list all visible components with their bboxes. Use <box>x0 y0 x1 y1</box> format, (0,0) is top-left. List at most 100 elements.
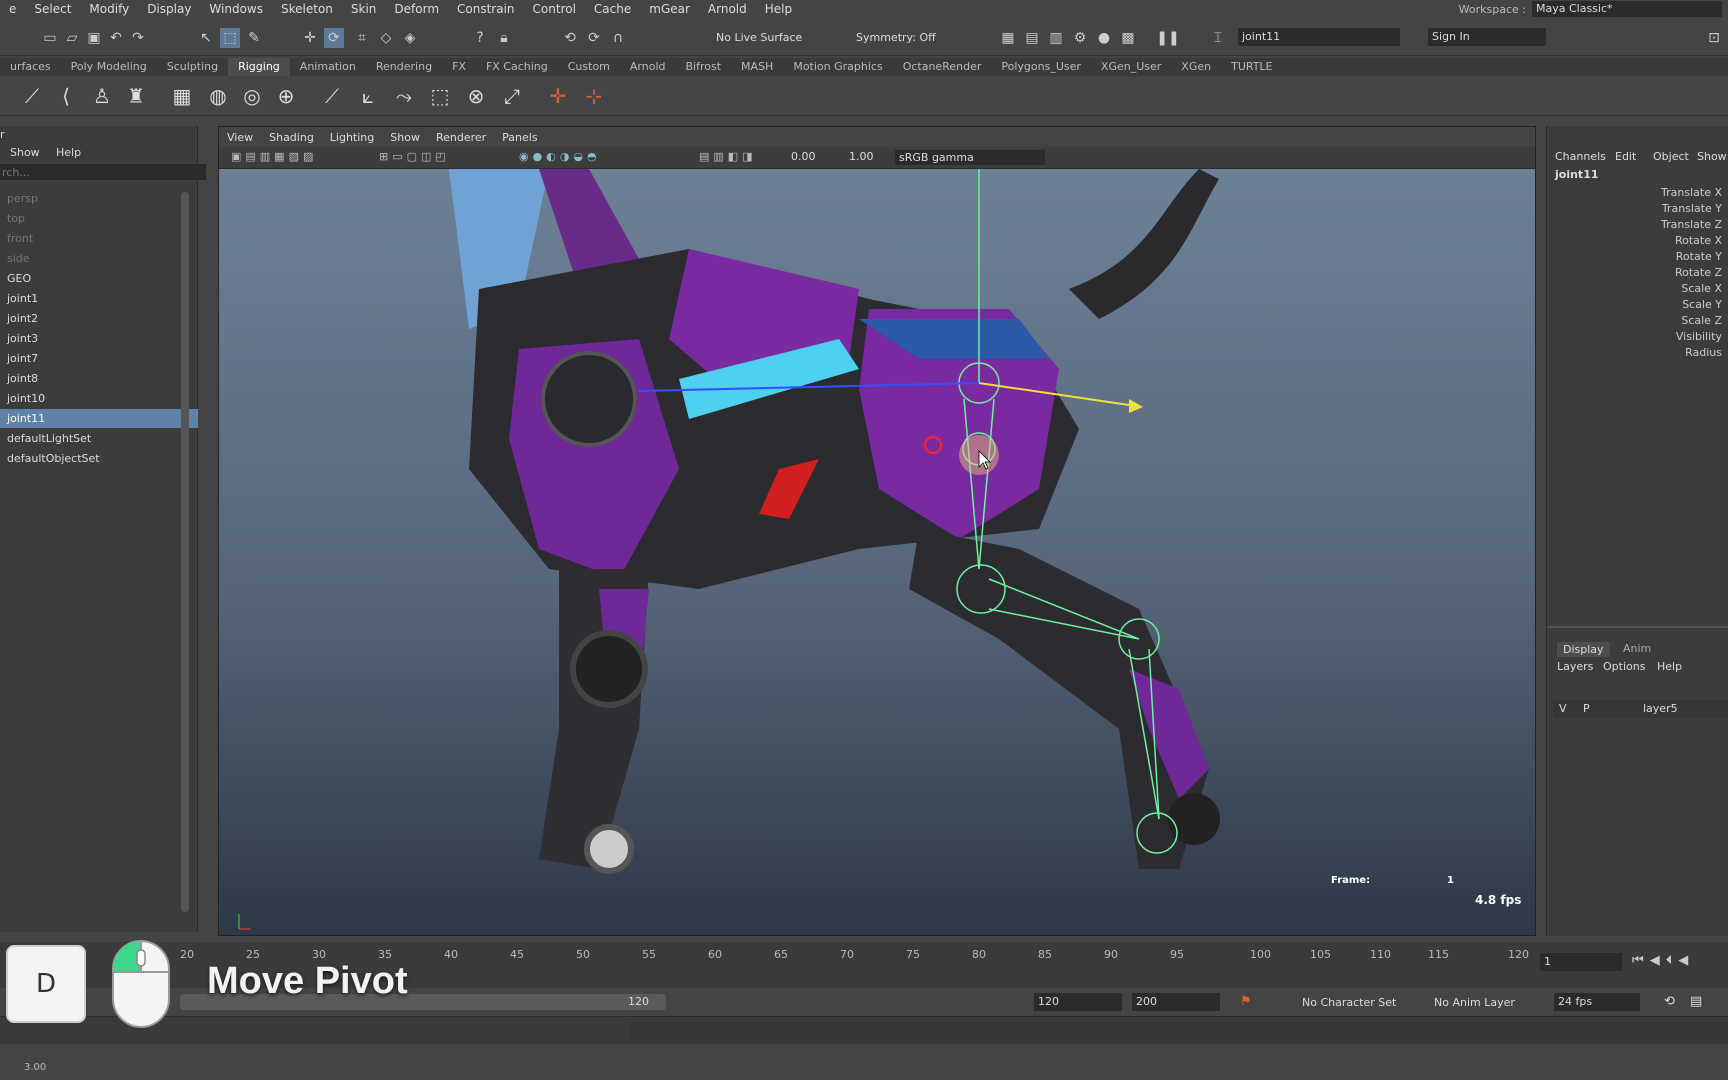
layer-menu-layers[interactable]: Layers <box>1557 660 1593 673</box>
menu-select[interactable]: Select <box>25 2 80 16</box>
layer-menu-help[interactable]: Help <box>1657 660 1682 673</box>
rotate-tool-icon[interactable]: ⟳ <box>324 28 344 48</box>
sculpt-deformer-icon[interactable]: ⊕ <box>272 82 300 110</box>
attr-rotate-y[interactable]: Rotate Y <box>1676 250 1722 263</box>
loop-icon[interactable]: ⟲ <box>1664 994 1675 1009</box>
color-space-dropdown[interactable]: sRGB gamma <box>895 150 1045 165</box>
shelf-tab-poly-modeling[interactable]: Poly Modeling <box>61 58 157 76</box>
viewport-menu-shading[interactable]: Shading <box>261 131 322 144</box>
outliner-search-input[interactable] <box>0 164 206 180</box>
input-mode-icon[interactable]: ⌶ <box>1208 28 1228 48</box>
point-constraint-icon[interactable]: ⤢ <box>498 82 526 110</box>
outliner-item-default-light-set[interactable]: defaultLightSet <box>7 432 91 445</box>
hypershade-icon[interactable]: ● <box>1094 28 1114 48</box>
menu-display[interactable]: Display <box>138 2 200 16</box>
bind-skin-icon[interactable]: ⤳ <box>390 82 418 110</box>
shelf-tab-xgen-user[interactable]: XGen_User <box>1091 58 1171 76</box>
shelf-tab-custom[interactable]: Custom <box>558 58 620 76</box>
shelf-tab-sculpting[interactable]: Sculpting <box>157 58 228 76</box>
attr-scale-x[interactable]: Scale X <box>1681 282 1722 295</box>
viewport-menu-show[interactable]: Show <box>382 131 428 144</box>
anim-end-field[interactable]: 200 <box>1132 993 1220 1011</box>
menu-skin[interactable]: Skin <box>342 2 386 16</box>
attr-translate-y[interactable]: Translate Y <box>1662 202 1722 215</box>
attr-rotate-x[interactable]: Rotate X <box>1675 234 1722 247</box>
shelf-tab-rigging[interactable]: Rigging <box>228 58 290 76</box>
open-scene-icon[interactable]: ▱ <box>62 28 82 48</box>
menu-modify[interactable]: Modify <box>80 2 138 16</box>
lock-icon[interactable]: 🔒︎ <box>494 28 514 48</box>
attr-radius[interactable]: Radius <box>1685 346 1722 359</box>
workspace-dropdown[interactable]: Maya Classic* <box>1532 1 1722 17</box>
outliner-item-joint7[interactable]: joint7 <box>7 352 38 365</box>
undo-icon[interactable]: ↶ <box>106 28 126 48</box>
history-icon[interactable]: ⟲ <box>560 28 580 48</box>
wrap-deformer-icon[interactable]: ◎ <box>238 82 266 110</box>
attr-rotate-z[interactable]: Rotate Z <box>1675 266 1722 279</box>
symmetry-dropdown[interactable]: Symmetry: Off <box>852 29 952 47</box>
outliner-item-side[interactable]: side <box>7 252 30 265</box>
menu-windows[interactable]: Windows <box>200 2 272 16</box>
menu-mgear[interactable]: mGear <box>640 2 699 16</box>
render-view-icon[interactable]: ▦ <box>998 28 1018 48</box>
parent-constraint-icon[interactable]: ⊗ <box>462 82 490 110</box>
layer-name[interactable]: layer5 <box>1643 702 1678 715</box>
isolate-select-icon[interactable]: ▤▥◧◨ <box>699 150 757 163</box>
display-toggles-icon[interactable]: ⊞▭▢◫◰ <box>379 150 450 163</box>
snap-curve-icon[interactable]: ◇ <box>376 28 396 48</box>
magnet-icon[interactable]: ∩ <box>608 28 628 48</box>
shelf-tab-animation[interactable]: Animation <box>290 58 366 76</box>
outliner-item-joint2[interactable]: joint2 <box>7 312 38 325</box>
shading-mode-icon[interactable]: ◉●◐◑◒◓ <box>519 150 601 163</box>
anim-prefs-icon[interactable]: ▤ <box>1690 994 1702 1009</box>
render-frame-icon[interactable]: ▤ <box>1022 28 1042 48</box>
exposure-field[interactable]: 0.00 <box>791 150 816 163</box>
menu-arnold[interactable]: Arnold <box>699 2 756 16</box>
shelf-tab-xgen[interactable]: XGen <box>1171 58 1221 76</box>
outliner-item-persp[interactable]: persp <box>7 192 38 205</box>
outliner-menu-show[interactable]: Show <box>10 146 40 159</box>
gamma-field[interactable]: 1.00 <box>849 150 874 163</box>
shelf-tab-fx[interactable]: FX <box>442 58 476 76</box>
shelf-tab-turtle[interactable]: TURTLE <box>1221 58 1282 76</box>
ipr-render-icon[interactable]: ▥ <box>1046 28 1066 48</box>
anim-layer-dropdown[interactable]: No Anim Layer <box>1434 996 1515 1009</box>
attr-scale-y[interactable]: Scale Y <box>1682 298 1722 311</box>
command-line[interactable] <box>0 1016 1728 1044</box>
shelf-tab-mash[interactable]: MASH <box>731 58 783 76</box>
attr-translate-z[interactable]: Translate Z <box>1661 218 1722 231</box>
move-tool-icon[interactable]: ✛ <box>300 28 320 48</box>
menu-control[interactable]: Control <box>524 2 585 16</box>
viewport-menu-view[interactable]: View <box>219 131 261 144</box>
layer-tab-anim[interactable]: Anim <box>1623 642 1651 655</box>
redo-icon[interactable]: ↷ <box>128 28 148 48</box>
outliner-item-joint3[interactable]: joint3 <box>7 332 38 345</box>
layer-visibility-toggle[interactable]: V <box>1559 702 1567 715</box>
menu-cache[interactable]: Cache <box>585 2 640 16</box>
lasso-tool-icon[interactable]: ⬚ <box>220 28 240 48</box>
current-frame-field[interactable]: 1 <box>1540 953 1622 971</box>
outliner-item-joint11[interactable]: joint11 <box>7 412 45 425</box>
snap-point-icon[interactable]: ◈ <box>400 28 420 48</box>
outliner-item-top[interactable]: top <box>7 212 25 225</box>
outliner-item-geo[interactable]: GEO <box>7 272 31 285</box>
playback-controls-icon[interactable]: ⏮◀⏴◀ <box>1632 953 1694 968</box>
channels-menu-show[interactable]: Show <box>1697 150 1727 163</box>
shelf-tab-rendering[interactable]: Rendering <box>366 58 442 76</box>
humanik-icon[interactable]: ♙ <box>88 82 116 110</box>
attr-visibility[interactable]: Visibility <box>1676 330 1722 343</box>
octane-icon[interactable]: ▩ <box>1118 28 1138 48</box>
outliner-item-default-object-set[interactable]: defaultObjectSet <box>7 452 100 465</box>
menu-skeleton[interactable]: Skeleton <box>272 2 342 16</box>
shelf-tab-arnold[interactable]: Arnold <box>620 58 676 76</box>
viewport-scene[interactable]: Frame: 1 4.8 fps <box>219 169 1535 935</box>
shelf-tab-surfaces[interactable]: urfaces <box>0 58 61 76</box>
channels-menu-channels[interactable]: Channels <box>1555 150 1606 163</box>
shelf-tab-bifrost[interactable]: Bifrost <box>676 58 732 76</box>
help-icon[interactable]: ? <box>470 28 490 48</box>
orient-joint-icon[interactable]: ⟋ <box>318 82 346 110</box>
outliner-menu-help[interactable]: Help <box>56 146 81 159</box>
shelf-tab-fx-caching[interactable]: FX Caching <box>476 58 558 76</box>
save-scene-icon[interactable]: ▣ <box>84 28 104 48</box>
sign-in-dropdown[interactable]: Sign In <box>1428 28 1546 46</box>
